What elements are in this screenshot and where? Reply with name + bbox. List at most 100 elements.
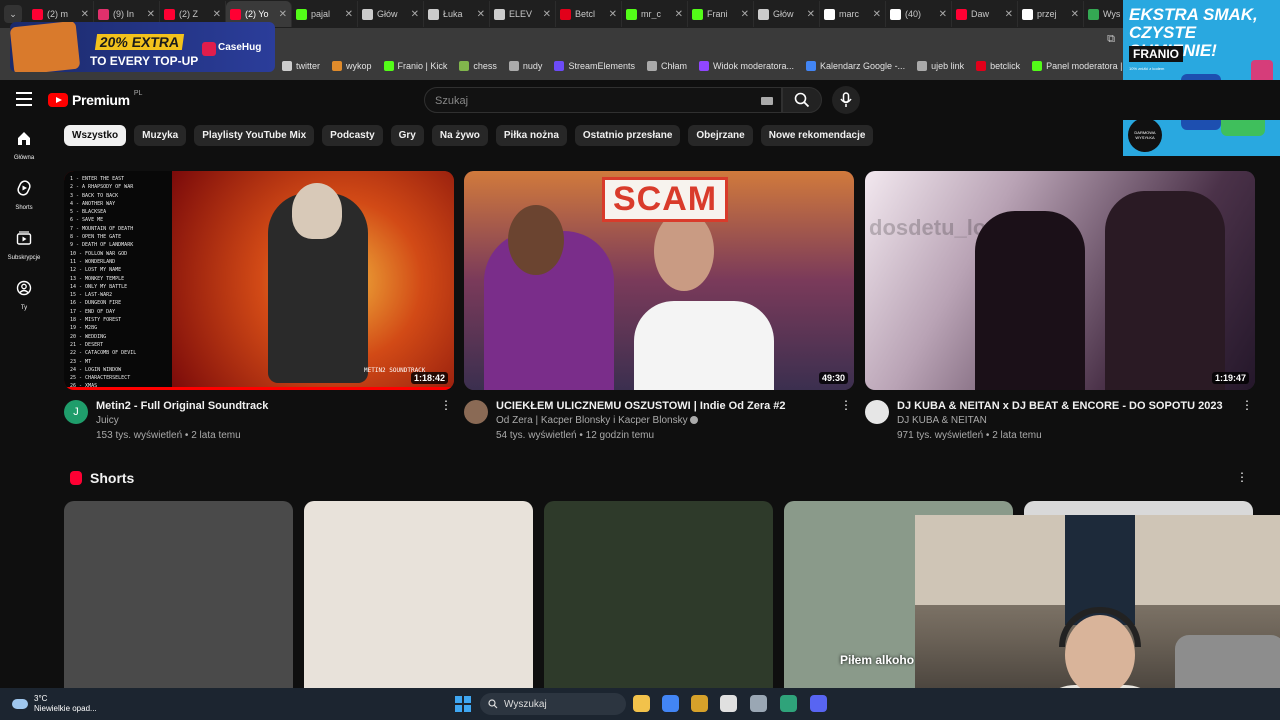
tab-close-icon[interactable]: ✕	[741, 9, 749, 20]
casehug-ad-overlay: 20% EXTRA TO EVERY TOP-UP CaseHug	[10, 22, 275, 72]
channel-avatar[interactable]	[865, 400, 889, 424]
bookmark-item[interactable]: nudy	[508, 61, 542, 71]
video-title[interactable]: Metin2 - Full Original Soundtrack	[96, 400, 268, 412]
filter-chip[interactable]: Wszystko	[64, 125, 127, 146]
browser-tab[interactable]: ELEV ✕	[490, 1, 556, 27]
search-button[interactable]	[782, 87, 822, 113]
browser-tab[interactable]: mr_c ✕	[622, 1, 688, 27]
windows-start-icon[interactable]	[455, 696, 471, 712]
filter-chip[interactable]: Obejrzane	[688, 125, 753, 146]
bookmark-item[interactable]: Panel moderatora |...	[1032, 61, 1130, 71]
tab-close-icon[interactable]: ✕	[477, 9, 485, 20]
video-title[interactable]: UCIEKŁEM ULICZNEMU OSZUSTOWI | Indie Od …	[496, 400, 786, 412]
filter-chip[interactable]: Nowe rekomendacje	[760, 125, 874, 146]
tab-close-icon[interactable]: ✕	[1071, 9, 1079, 20]
short-card[interactable]	[304, 501, 533, 691]
video-thumbnail[interactable]: 1 - ENTER THE EAST 2 - A RHAPSODY OF WAR 3…	[64, 171, 454, 390]
channel-name[interactable]: Od Zera | Kacper Blonsky i Kacper Blonsk…	[496, 415, 688, 426]
short-card[interactable]	[544, 501, 773, 691]
tab-close-icon[interactable]: ✕	[939, 9, 947, 20]
more-options-icon[interactable]: ⋮	[440, 399, 452, 411]
tab-close-icon[interactable]: ✕	[147, 9, 155, 20]
channel-name[interactable]: Juicy	[96, 415, 119, 426]
more-options-icon[interactable]: ⋮	[840, 399, 852, 411]
video-card[interactable]: 1 - ENTER THE EAST 2 - A RHAPSODY OF WAR 3…	[64, 171, 454, 444]
channel-name-row[interactable]: Od Zera | Kacper Blonsky i Kacper Blonsk…	[496, 415, 698, 426]
tab-close-icon[interactable]: ✕	[675, 9, 683, 20]
weather-widget[interactable]: 3°C Niewielkie opad...	[12, 694, 97, 714]
browser-tab[interactable]: Łuka ✕	[424, 1, 490, 27]
bookmark-item[interactable]: betclick	[976, 61, 1020, 71]
browser-tab[interactable]: (40) ✕	[886, 1, 952, 27]
person-image	[634, 301, 774, 390]
tab-close-icon[interactable]: ✕	[345, 9, 353, 20]
browser-tab[interactable]: Betcl ✕	[556, 1, 622, 27]
browser-tab[interactable]: Głów ✕	[358, 1, 424, 27]
short-card[interactable]	[64, 501, 293, 691]
more-options-icon[interactable]: ⋮	[1241, 399, 1253, 411]
tab-close-icon[interactable]: ✕	[411, 9, 419, 20]
tab-title: (2) m	[47, 9, 68, 19]
menu-icon[interactable]	[16, 92, 32, 106]
tab-close-icon[interactable]: ✕	[543, 9, 551, 20]
bookmark-item[interactable]: twitter	[282, 61, 320, 71]
tab-search-icon[interactable]: ⌄	[4, 5, 22, 23]
filter-chip[interactable]: Piłka nożna	[495, 125, 567, 146]
filter-chip[interactable]: Playlisty YouTube Mix	[194, 125, 315, 146]
tab-close-icon[interactable]: ✕	[81, 9, 89, 20]
sidebar-item-you[interactable]: Ty	[0, 270, 48, 320]
filter-chip[interactable]: Podcasty	[322, 125, 383, 146]
tab-close-icon[interactable]: ✕	[807, 9, 815, 20]
browser-tab[interactable]: Daw ✕	[952, 1, 1018, 27]
sidebar-item-subscriptions[interactable]: Subskrypcje	[0, 220, 48, 270]
channel-avatar[interactable]: J	[64, 400, 88, 424]
bookmark-item[interactable]: wykop	[332, 61, 372, 71]
filter-chip[interactable]: Gry	[390, 125, 424, 146]
taskbar-search[interactable]: Wyszukaj	[480, 693, 626, 715]
youtube-logo[interactable]: Premium PL	[48, 90, 142, 108]
browser-tab[interactable]: Głów ✕	[754, 1, 820, 27]
video-card[interactable]: dosdetu_lodz 1:19:47 DJ KUBA & NEITAN x …	[865, 171, 1255, 444]
video-card[interactable]: SCAM 49:30 UCIEKŁEM ULICZNEMU OSZUSTOWI …	[464, 171, 854, 444]
discord-icon[interactable]	[810, 695, 827, 712]
channel-name[interactable]: DJ KUBA & NEITAN	[897, 415, 987, 426]
filter-chip[interactable]: Na żywo	[431, 125, 488, 146]
bookmark-item[interactable]: Kalendarz Google -...	[806, 61, 905, 71]
video-stats: 971 tys. wyświetleń • 2 lata temu	[897, 430, 1042, 441]
bookmark-item[interactable]: ujeb link	[917, 61, 964, 71]
more-options-icon[interactable]: ⋮	[1236, 470, 1248, 484]
browser-tab[interactable]: Frani ✕	[688, 1, 754, 27]
search-input[interactable]	[435, 92, 755, 110]
bookmark-item[interactable]: chess	[459, 61, 497, 71]
app-icon-2[interactable]	[720, 695, 737, 712]
browser-tab[interactable]: pajal ✕	[292, 1, 358, 27]
bookmark-item[interactable]: Chłam	[646, 61, 687, 71]
tab-close-icon[interactable]: ✕	[1005, 9, 1013, 20]
sidebar-item-shorts[interactable]: Shorts	[0, 170, 48, 220]
settings-icon[interactable]	[750, 695, 767, 712]
sidebar-item-home[interactable]: Główna	[0, 120, 48, 170]
bookmark-item[interactable]: StreamElements	[554, 61, 635, 71]
filter-chip[interactable]: Muzyka	[134, 125, 187, 146]
casehug-brand: CaseHug	[218, 42, 262, 53]
channel-avatar[interactable]	[464, 400, 488, 424]
browser-tab[interactable]: przej ✕	[1018, 1, 1084, 27]
video-thumbnail[interactable]: SCAM 49:30	[464, 171, 854, 390]
tab-close-icon[interactable]: ✕	[873, 9, 881, 20]
tab-close-icon[interactable]: ✕	[279, 9, 287, 20]
voice-search-button[interactable]	[832, 86, 860, 114]
filter-chip[interactable]: Ostatnio przesłane	[574, 125, 681, 146]
file-explorer-icon[interactable]	[633, 695, 650, 712]
bookmark-item[interactable]: Franio | Kick	[383, 61, 447, 71]
keyboard-icon[interactable]	[761, 97, 773, 105]
video-thumbnail[interactable]: dosdetu_lodz 1:19:47	[865, 171, 1255, 390]
app-icon-1[interactable]	[691, 695, 708, 712]
tab-close-icon[interactable]: ✕	[213, 9, 221, 20]
browser-icon[interactable]	[780, 695, 797, 712]
bookmark-item[interactable]: Widok moderatora...	[698, 61, 794, 71]
browser-tab[interactable]: marc ✕	[820, 1, 886, 27]
tab-close-icon[interactable]: ✕	[609, 9, 617, 20]
video-title[interactable]: DJ KUBA & NEITAN x DJ BEAT & ENCORE - DO…	[897, 400, 1223, 412]
chrome-icon[interactable]	[662, 695, 679, 712]
cast-icon[interactable]: ⧉	[1107, 33, 1115, 46]
